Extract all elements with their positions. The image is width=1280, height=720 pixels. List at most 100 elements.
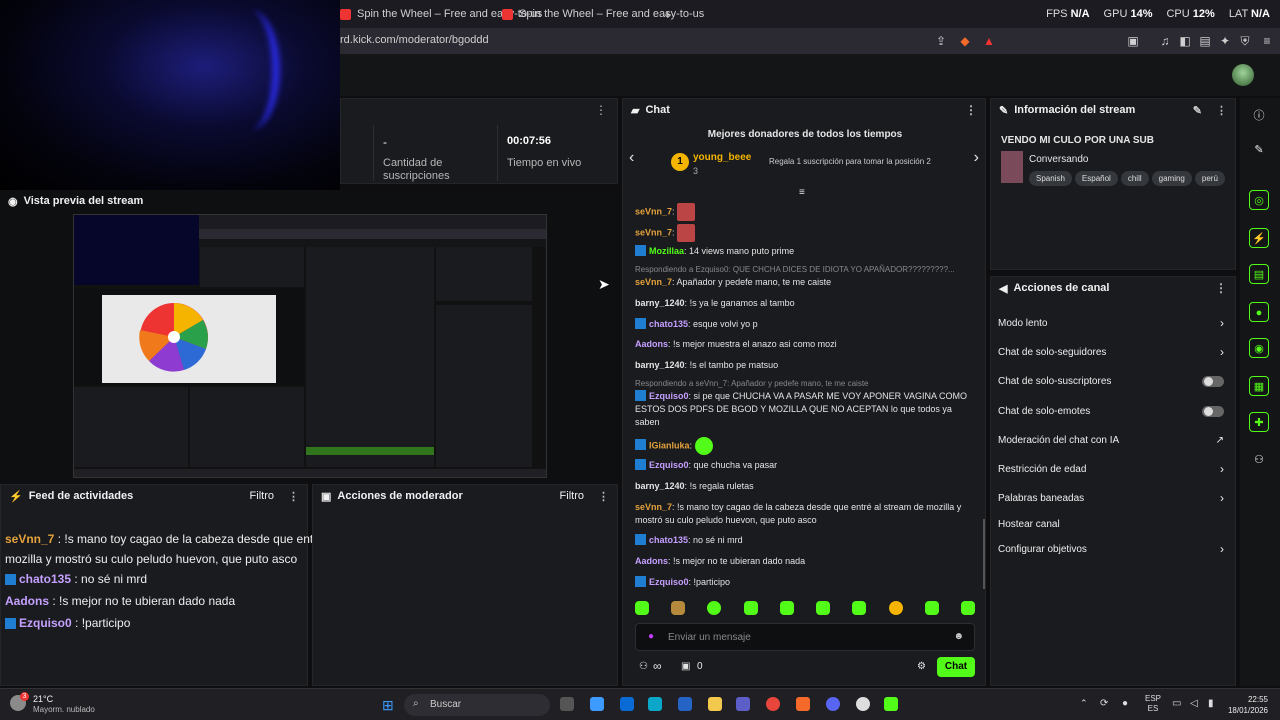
layout-icon[interactable]: ▦ (1249, 376, 1269, 396)
stream-preview-video[interactable] (73, 214, 547, 478)
chat-bubble-icon[interactable]: ● (1249, 302, 1269, 322)
chrome-icon[interactable] (766, 697, 780, 711)
wrench-icon[interactable]: ✚ (1249, 412, 1269, 432)
language-indicator[interactable]: ESP ES (1145, 694, 1161, 714)
emote-icon[interactable] (960, 601, 975, 615)
tag[interactable]: chill (1120, 171, 1149, 186)
category-name[interactable]: Conversando (1029, 154, 1088, 165)
filter-button[interactable]: Filtro (250, 490, 274, 502)
emote-icon[interactable] (707, 601, 722, 615)
more-options-icon[interactable]: ⋮ (1216, 104, 1227, 117)
more-options-icon[interactable]: ⋮ (1215, 281, 1227, 295)
wallet-icon[interactable]: ▤ (1198, 34, 1212, 48)
action-banned-words[interactable]: Palabras baneadas › (998, 488, 1224, 508)
share-icon[interactable]: ⇪ (934, 34, 948, 48)
task-view-icon[interactable] (560, 697, 574, 711)
url-field[interactable]: rd.kick.com/moderator/bgoddd (340, 34, 489, 46)
emote-icon[interactable] (852, 601, 867, 615)
kick-icon[interactable] (884, 697, 898, 711)
brave-rewards-icon[interactable]: ▲ (982, 34, 996, 48)
taskbar-search[interactable]: ⌕ Buscar (404, 694, 550, 716)
action-age-restriction[interactable]: Restricción de edad › (998, 459, 1224, 479)
tag[interactable]: Spanish (1029, 171, 1072, 186)
scrollbar[interactable] (983, 519, 985, 589)
action-subscribers-only[interactable]: Chat de solo-suscriptores (998, 371, 1224, 391)
emote-icon[interactable] (816, 601, 831, 615)
brave-icon[interactable] (796, 697, 810, 711)
gift-cta[interactable]: Regala 1 suscripción para tomar la posic… (769, 157, 931, 166)
windows-start-icon[interactable]: ⊞ (382, 697, 398, 713)
tag[interactable]: gaming (1151, 171, 1192, 186)
gift-icon[interactable]: ▣ (681, 661, 690, 672)
edit-icon[interactable]: ✎ (1193, 104, 1202, 117)
prev-arrow-icon[interactable]: ‹ (629, 149, 634, 167)
more-options-icon[interactable]: ⋮ (965, 103, 977, 117)
verified-icon (5, 618, 16, 629)
brave-shield-icon[interactable]: ◆ (958, 34, 972, 48)
sync-icon[interactable]: ⟳ (1100, 698, 1108, 709)
info-icon[interactable]: ⓘ (1249, 106, 1269, 126)
mic-icon[interactable]: ● (1122, 698, 1128, 709)
target-icon[interactable]: ◎ (1249, 190, 1269, 210)
chevron-up-icon[interactable]: ⌃ (1080, 698, 1088, 709)
network-icon[interactable]: ▭ (1172, 698, 1181, 709)
sidebar-icon[interactable]: ◧ (1178, 34, 1192, 48)
more-options-icon[interactable]: ⋮ (288, 490, 299, 503)
send-chat-button[interactable]: Chat (937, 657, 975, 677)
screenshot-icon[interactable]: ▣ (1126, 34, 1140, 48)
wheel-favicon-icon (340, 8, 351, 20)
action-ai-moderation[interactable]: Moderación del chat con IA ↗ (998, 430, 1224, 450)
copilot-icon[interactable] (590, 697, 604, 711)
leo-icon[interactable]: ✦ (1218, 34, 1232, 48)
emote-icon[interactable] (924, 601, 939, 615)
action-configure-goals[interactable]: Configurar objetivos › (998, 539, 1224, 559)
action-emotes-only[interactable]: Chat de solo-emotes (998, 401, 1224, 421)
bolt-icon[interactable]: ⚡ (1249, 228, 1269, 248)
emote-icon[interactable] (743, 601, 758, 615)
tag[interactable]: Español (1074, 171, 1118, 186)
chat-input[interactable]: ● Enviar un mensaje ☻ (635, 623, 975, 651)
people-icon[interactable]: ⚇ (1249, 450, 1269, 470)
outlook-icon[interactable] (678, 697, 692, 711)
avatar[interactable] (1232, 64, 1254, 86)
browser-tab-2[interactable]: Spin the Wheel – Free and easy-to-us (502, 4, 704, 24)
store-icon[interactable] (620, 697, 634, 711)
collapse-icon[interactable]: ≡ (799, 187, 805, 198)
discord-icon[interactable] (826, 697, 840, 711)
volume-icon[interactable]: ◁ (1190, 698, 1198, 709)
emoji-icon[interactable]: ☻ (953, 631, 964, 642)
teams-icon[interactable] (736, 697, 750, 711)
more-options-icon[interactable]: ⋮ (598, 490, 609, 503)
mic-icon[interactable]: ● (648, 631, 654, 642)
tag[interactable]: perú (1194, 171, 1225, 186)
people-icon[interactable]: ⚇ (639, 661, 648, 672)
new-tab-button[interactable]: + (664, 4, 672, 24)
donor-name[interactable]: young_beee (693, 152, 751, 163)
action-host-channel[interactable]: Hostear canal (998, 514, 1224, 534)
media-icon[interactable]: ♫ (1158, 34, 1172, 48)
action-followers-only[interactable]: Chat de solo-seguidores › (998, 342, 1224, 362)
pen-icon[interactable]: ✎ (1249, 140, 1269, 160)
settings-gear-icon[interactable]: ⚙ (917, 661, 926, 672)
more-options-icon[interactable]: ⋮ (595, 103, 607, 117)
megaphone-icon: ◀ (999, 282, 1008, 295)
emote-icon[interactable] (635, 601, 649, 615)
toggle-switch[interactable] (1202, 405, 1224, 417)
action-slow-mode[interactable]: Modo lento › (998, 313, 1224, 333)
menu-icon[interactable]: ≡ (1260, 34, 1274, 48)
toggle-switch[interactable] (1202, 375, 1224, 387)
next-arrow-icon[interactable]: › (974, 149, 979, 167)
edge-icon[interactable] (648, 697, 662, 711)
obs-icon[interactable] (856, 697, 870, 711)
filter-button[interactable]: Filtro (560, 490, 584, 502)
system-clock[interactable]: 22:55 18/01/2026 (1228, 694, 1268, 716)
emote-icon[interactable] (779, 601, 794, 615)
folder-icon[interactable] (708, 697, 722, 711)
battery-icon[interactable]: ▮ (1208, 698, 1214, 709)
clipboard-icon[interactable]: ▤ (1249, 264, 1269, 284)
vpn-icon[interactable]: ⛨ (1238, 34, 1252, 48)
infinite-indicator: ∞ (653, 659, 662, 673)
emote-icon[interactable] (888, 601, 903, 615)
broadcast-icon[interactable]: ◉ (1249, 338, 1269, 358)
emote-icon[interactable] (671, 601, 686, 615)
